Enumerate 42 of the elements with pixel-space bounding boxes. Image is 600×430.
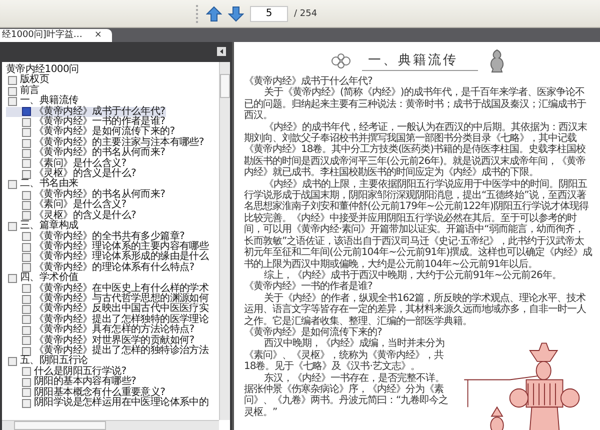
page-total: / 254	[294, 8, 318, 18]
down-arrow-icon[interactable]	[228, 6, 244, 22]
vase-ornament-icon	[488, 49, 506, 73]
up-arrow-icon[interactable]	[206, 6, 222, 22]
tree-item[interactable]: 二、书名由来	[6, 179, 80, 190]
tree-item[interactable]: 一、典籍流传	[6, 96, 80, 107]
body-paragraph: 西汉中晚期，《内经》成编，当时并未分为《素问》、《灵枢》，统称为《黄帝内经》，共18卷。见于《七略》及《汉书·艺文志》。	[244, 338, 446, 372]
tree-item[interactable]: 前言	[6, 86, 40, 96]
tree-item[interactable]: 《黄帝内经》提出了怎样的独特诊治方法	[6, 346, 210, 356]
body-paragraph: 东汉，《内经》一书存在，是否完整不详。据张仲景《伤寒杂病论》序，《内经》分为《素问》、《九卷》两书。丹波元简曰：“九卷即今之灵枢。”	[244, 372, 449, 418]
collapse-pane-icon[interactable]	[217, 46, 226, 56]
tree-item[interactable]: 《黄帝内经》的书名从何而来?	[6, 148, 166, 159]
tree-item[interactable]: 《黄帝内经》具有怎样的方法论特点?	[6, 325, 196, 336]
tree-item[interactable]: 《黄帝内经》对世界医学的贡献如何?	[6, 336, 196, 346]
tree-item[interactable]: 《黄帝内经》是如何流传下来的?	[6, 127, 176, 138]
vertical-scrollbar[interactable]	[219, 62, 230, 420]
question-heading: 《黄帝内经》成书于什么年代?	[244, 76, 372, 87]
tree-item[interactable]: 五、阴阳五行论	[6, 356, 89, 367]
page-number-field[interactable]: 5	[250, 6, 288, 22]
chapter-heading: 一、典籍流传	[362, 51, 478, 71]
question-heading: 《黄帝内经》是如何流传下来的?	[244, 326, 383, 338]
tree-item[interactable]: 《黄帝内经》的全书共有多少篇章?	[6, 232, 186, 242]
close-tab-button[interactable]: ×	[94, 29, 102, 42]
swirl-ornament-icon	[330, 52, 352, 70]
tree-item[interactable]: 阴阳基本概念有什么重要意义?	[6, 388, 166, 398]
tree-item[interactable]: 《黄帝内经》反映出中国古代中医医疗实	[6, 304, 210, 315]
question-heading: 《黄帝内经》一书的作者是谁?	[244, 281, 374, 292]
document-tab[interactable]: 经1000问]叶字益… ×	[0, 29, 112, 42]
body-paragraph: 关于《黄帝内经》(简称《内经》)的成书年代，是千百年来学者、医家争论不已的问题。归纳起来主要有三种说法：黄帝时书；成书于战国及秦汉；汇编成书于西汉。	[244, 87, 587, 122]
tree-item[interactable]: 阴阳的基本内容有哪些?	[6, 377, 138, 388]
body-paragraph: 《内经》的成书年代，经考证，一般认为在西汉的中后期。其依据为：西汉末期刘向、刘歆父子奉诏校书并撰写我国第一部图书分类目录《七略》，其中记载《黄帝内经》18卷。其中分工方技类(医药类)书籍的是侍医李柱国。史载李柱国校勘医书的时间是西汉成帝河平三年(公元前26年)。就是说西汉末成帝年间，《黄帝内经》就已成书。李柱国校勘医书的时间应定为《内经》成书的下限。	[244, 122, 588, 178]
tree-item[interactable]: 阴阳学说是怎样运用在中医理论体系中的	[6, 398, 210, 408]
horizontal-scrollbar[interactable]	[2, 420, 219, 430]
tree-item[interactable]: 《黄帝内经》理论体系形成的缘由是什么	[6, 252, 210, 263]
body-paragraph: 综上，《内经》成书于西汉中晚期，大约于公元前91年~公元前26年。	[264, 270, 562, 281]
tree-item[interactable]: 版权页	[6, 75, 50, 86]
tree-item[interactable]: 《素问》是什么含义?	[6, 200, 128, 211]
body-paragraph: 关于《内经》的作者，纵观全书162篇，所反映的学术观点、理论水平、技术运用、语言文字等皆存在一定的差异，其材料来源久远而地域亦多，自非一时一人之作。它是汇编者收集、整理、汇编的一部医学典籍。	[244, 292, 587, 327]
tree-item[interactable]: 《黄帝内经》在中医史上有什么样的学术	[6, 284, 210, 294]
tree-item[interactable]: 三、篇章构成	[6, 221, 80, 232]
body-paragraph: 《内经》成书的上限，主要依据阴阳五行学说应用于中医学中的时间。阴阳五行学说形成于战国末期，阴阳家邹衍深观阴阳消息，提出“五德终始”说，至西汉著名思想家淮南子刘安和董仲舒(公元前179年~公元前122年)阴阳五行学说才体现得比较完善。《内经》中接受并应用阴阳五行学说必然在其后。至于可以参考的时间，可以用《黄帝内经·素问》开篇带加以证实。开篇语中“弱而能言，幼而徇齐，长而敦敏”之语佐证，该语出自于西汉司马迁《史记·五帝纪》，此书约于汉武帝太初元年至征和二年间(公元前104年~公元前91年)撰成。这样也可以确定《内经》成书的上限为西汉中期或偏晚，大约是公元前104年~公元前91年以后。	[244, 178, 592, 270]
tree-item[interactable]: 四、学术价值	[6, 273, 80, 284]
